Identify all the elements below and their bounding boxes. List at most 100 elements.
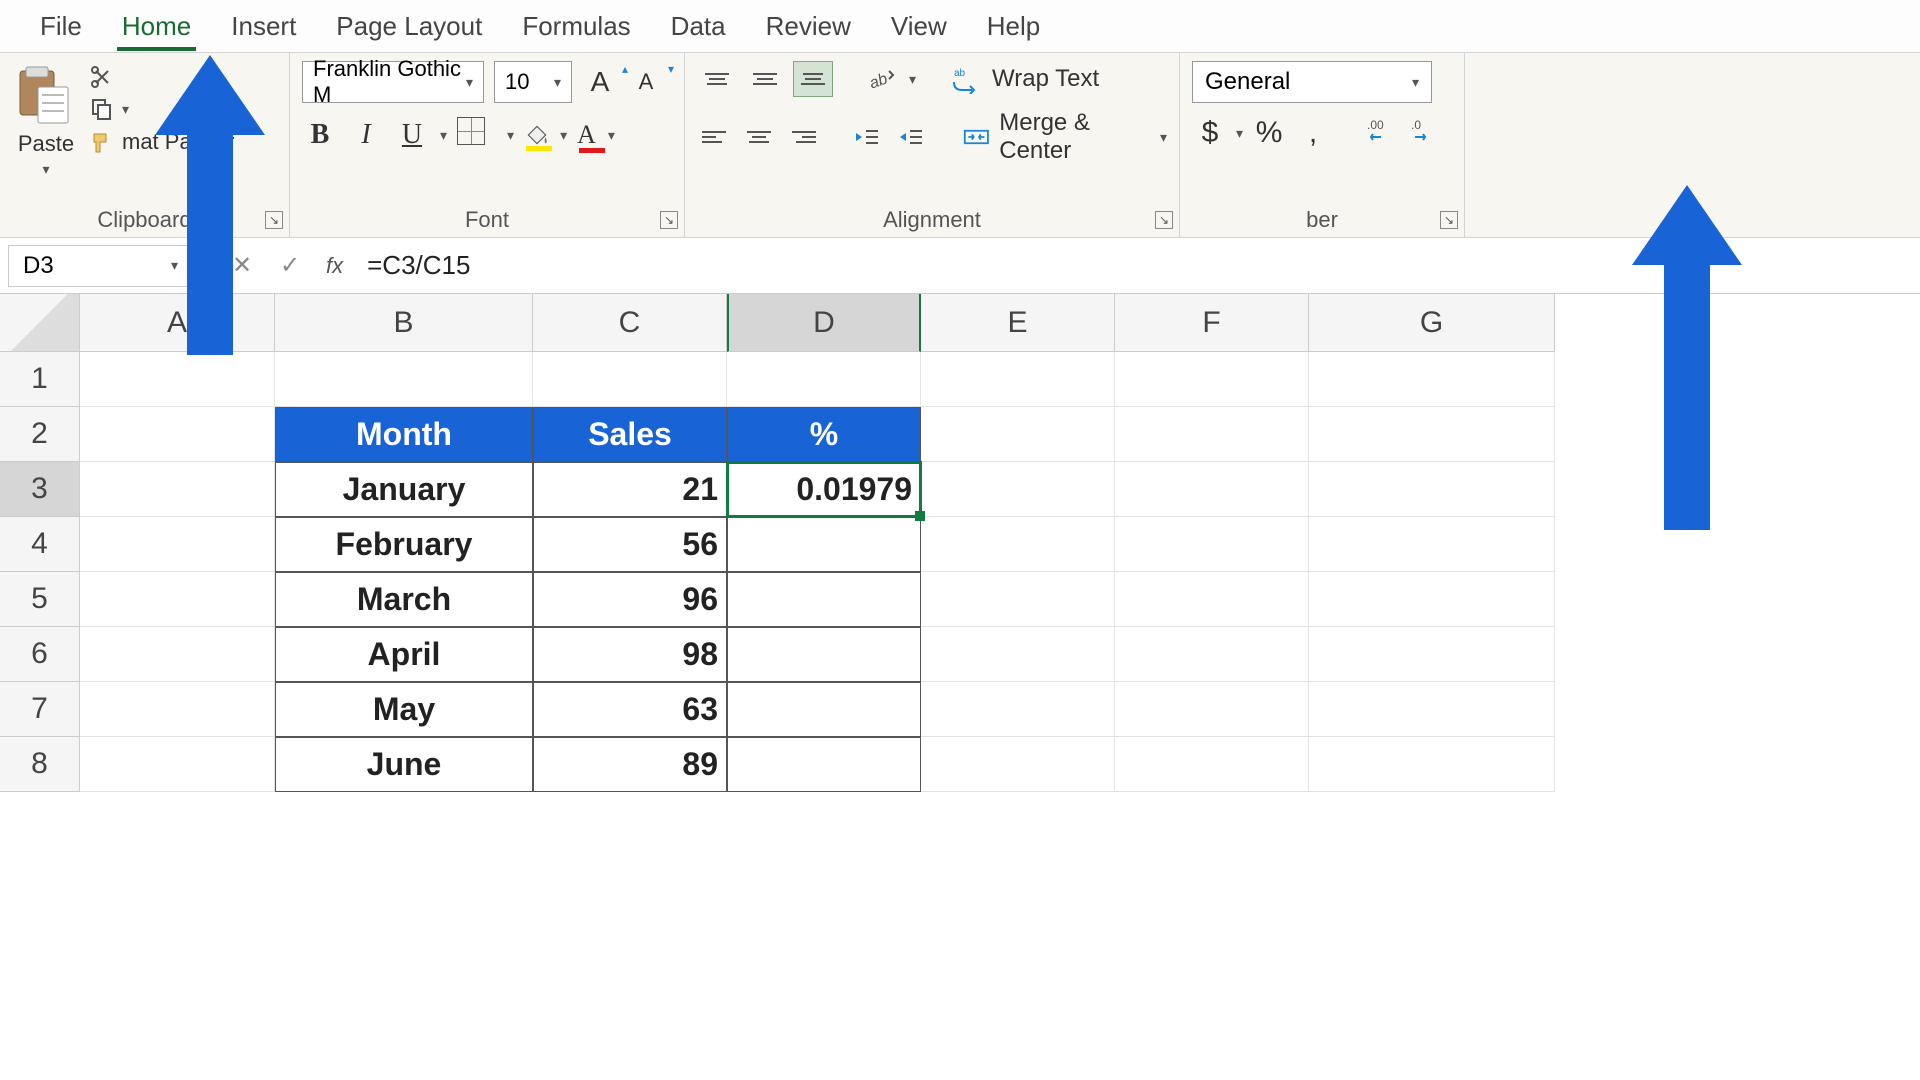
cell-B4[interactable]: February xyxy=(275,517,533,572)
cell-E5[interactable] xyxy=(921,572,1115,627)
align-middle-button[interactable] xyxy=(745,61,785,97)
accounting-format-button[interactable]: $ xyxy=(1192,116,1228,150)
tab-formulas[interactable]: Formulas xyxy=(502,3,650,50)
merge-center-button[interactable]: Merge & Center ▾ xyxy=(963,109,1167,165)
tab-file[interactable]: File xyxy=(20,3,102,50)
align-bottom-button[interactable] xyxy=(793,61,833,97)
align-center-button[interactable] xyxy=(741,119,777,155)
col-header-D[interactable]: D xyxy=(727,294,921,352)
cell-B3[interactable]: January xyxy=(275,462,533,517)
tab-page-layout[interactable]: Page Layout xyxy=(316,3,502,50)
cell-B8[interactable]: June xyxy=(275,737,533,792)
cell-E8[interactable] xyxy=(921,737,1115,792)
cell-E1[interactable] xyxy=(921,352,1115,407)
cell-D8[interactable] xyxy=(727,737,921,792)
orientation-button[interactable]: ab xyxy=(861,61,901,97)
tab-insert[interactable]: Insert xyxy=(211,3,316,50)
fx-icon[interactable]: fx xyxy=(326,253,343,279)
cell-A5[interactable] xyxy=(80,572,275,627)
number-launcher-icon[interactable]: ↘ xyxy=(1440,211,1458,229)
cell-F5[interactable] xyxy=(1115,572,1309,627)
select-all-button[interactable] xyxy=(0,294,80,352)
font-name-select[interactable]: Franklin Gothic M ▾ xyxy=(302,61,484,103)
paste-button[interactable]: Paste ▾ xyxy=(12,61,80,182)
cell-F2[interactable] xyxy=(1115,407,1309,462)
cell-G5[interactable] xyxy=(1309,572,1555,627)
cell-E2[interactable] xyxy=(921,407,1115,462)
col-header-E[interactable]: E xyxy=(921,294,1115,352)
cell-G3[interactable] xyxy=(1309,462,1555,517)
increase-indent-button[interactable] xyxy=(892,119,928,155)
accounting-dropdown-icon[interactable]: ▾ xyxy=(1236,125,1243,142)
align-left-button[interactable] xyxy=(697,119,733,155)
cell-F3[interactable] xyxy=(1115,462,1309,517)
cell-C2[interactable]: Sales xyxy=(533,407,727,462)
font-color-button[interactable]: A xyxy=(577,120,598,150)
font-launcher-icon[interactable]: ↘ xyxy=(660,211,678,229)
cell-E7[interactable] xyxy=(921,682,1115,737)
cell-C8[interactable]: 89 xyxy=(533,737,727,792)
cell-G1[interactable] xyxy=(1309,352,1555,407)
borders-dropdown-icon[interactable]: ▾ xyxy=(507,127,514,144)
cell-D4[interactable] xyxy=(727,517,921,572)
cell-G4[interactable] xyxy=(1309,517,1555,572)
cell-C6[interactable]: 98 xyxy=(533,627,727,682)
row-header-6[interactable]: 6 xyxy=(0,627,80,682)
cell-C7[interactable]: 63 xyxy=(533,682,727,737)
copy-dropdown-icon[interactable]: ▾ xyxy=(122,101,129,118)
cell-B6[interactable]: April xyxy=(275,627,533,682)
col-header-C[interactable]: C xyxy=(533,294,727,352)
clipboard-launcher-icon[interactable]: ↘ xyxy=(265,211,283,229)
row-header-5[interactable]: 5 xyxy=(0,572,80,627)
number-format-select[interactable]: General ▾ xyxy=(1192,61,1432,103)
cell-A4[interactable] xyxy=(80,517,275,572)
align-right-button[interactable] xyxy=(785,119,821,155)
formula-enter-button[interactable]: ✓ xyxy=(272,251,308,280)
cell-G8[interactable] xyxy=(1309,737,1555,792)
cell-A8[interactable] xyxy=(80,737,275,792)
cell-C5[interactable]: 96 xyxy=(533,572,727,627)
align-top-button[interactable] xyxy=(697,61,737,97)
cell-E6[interactable] xyxy=(921,627,1115,682)
cell-F4[interactable] xyxy=(1115,517,1309,572)
underline-button[interactable]: U xyxy=(394,117,430,153)
cell-A6[interactable] xyxy=(80,627,275,682)
decrease-font-button[interactable]: A▾ xyxy=(628,64,664,100)
paste-dropdown-icon[interactable]: ▾ xyxy=(42,161,49,178)
percent-format-button[interactable]: % xyxy=(1251,116,1287,150)
comma-format-button[interactable]: , xyxy=(1295,116,1331,150)
row-header-2[interactable]: 2 xyxy=(0,407,80,462)
cell-C1[interactable] xyxy=(533,352,727,407)
cell-B1[interactable] xyxy=(275,352,533,407)
row-header-4[interactable]: 4 xyxy=(0,517,80,572)
row-header-7[interactable]: 7 xyxy=(0,682,80,737)
tab-review[interactable]: Review xyxy=(746,3,871,50)
cell-D3[interactable]: 0.01979 xyxy=(727,462,921,517)
col-header-F[interactable]: F xyxy=(1115,294,1309,352)
cell-B5[interactable]: March xyxy=(275,572,533,627)
cell-F7[interactable] xyxy=(1115,682,1309,737)
cell-A7[interactable] xyxy=(80,682,275,737)
wrap-text-button[interactable]: ab Wrap Text xyxy=(952,64,1099,94)
decrease-indent-button[interactable] xyxy=(848,119,884,155)
row-header-1[interactable]: 1 xyxy=(0,352,80,407)
orientation-dropdown-icon[interactable]: ▾ xyxy=(909,71,916,88)
decrease-decimal-button[interactable]: .0 xyxy=(1409,115,1445,151)
increase-decimal-button[interactable]: .00 xyxy=(1365,115,1401,151)
alignment-launcher-icon[interactable]: ↘ xyxy=(1155,211,1173,229)
row-header-8[interactable]: 8 xyxy=(0,737,80,792)
underline-dropdown-icon[interactable]: ▾ xyxy=(440,127,447,144)
tab-view[interactable]: View xyxy=(871,3,967,50)
cell-G6[interactable] xyxy=(1309,627,1555,682)
cell-A2[interactable] xyxy=(80,407,275,462)
cell-D6[interactable] xyxy=(727,627,921,682)
tab-home[interactable]: Home xyxy=(102,3,211,50)
cell-D1[interactable] xyxy=(727,352,921,407)
font-size-select[interactable]: 10 ▾ xyxy=(494,61,572,103)
cell-F1[interactable] xyxy=(1115,352,1309,407)
cell-D2[interactable]: % xyxy=(727,407,921,462)
borders-button[interactable] xyxy=(457,117,497,153)
cell-B2[interactable]: Month xyxy=(275,407,533,462)
cell-E4[interactable] xyxy=(921,517,1115,572)
tab-data[interactable]: Data xyxy=(651,3,746,50)
